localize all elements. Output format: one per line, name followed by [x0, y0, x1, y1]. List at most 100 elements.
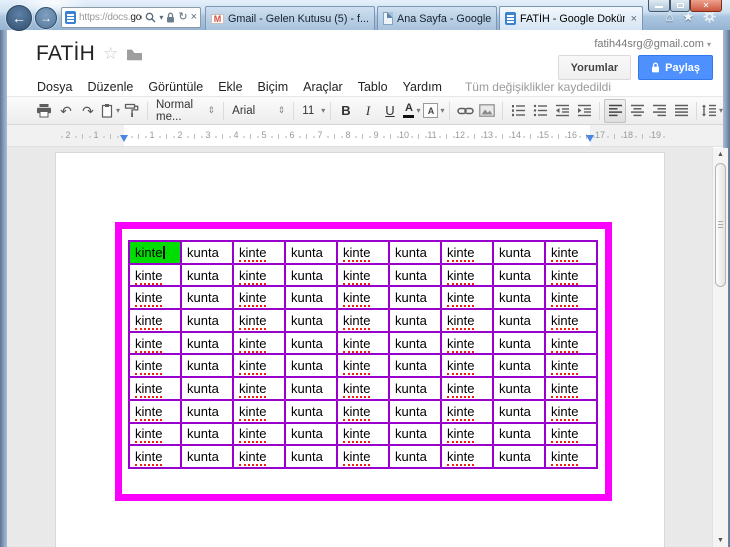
table-cell[interactable]: kinte: [544, 285, 598, 311]
table-cell[interactable]: kinte: [440, 285, 494, 311]
close-button[interactable]: ✕: [690, 0, 722, 12]
table-cell[interactable]: kunta: [284, 262, 338, 288]
table-cell[interactable]: kinte: [544, 308, 598, 333]
table-cell[interactable]: kunta: [388, 285, 442, 311]
table-cell[interactable]: kunta: [388, 353, 442, 379]
table-cell[interactable]: kunta: [388, 444, 442, 469]
table-cell[interactable]: kunta: [180, 330, 234, 356]
table-cell[interactable]: kinte: [232, 353, 286, 379]
maximize-button[interactable]: [670, 0, 690, 12]
refresh-icon[interactable]: ↻: [178, 12, 187, 23]
numbered-list-button[interactable]: [507, 99, 529, 123]
table-cell[interactable]: kinte: [128, 398, 182, 424]
table-cell[interactable]: kinte: [336, 353, 390, 379]
table-cell[interactable]: kunta: [180, 262, 234, 288]
increase-indent-button[interactable]: [573, 99, 595, 123]
table-cell[interactable]: kinte: [232, 285, 286, 311]
italic-button[interactable]: I: [357, 99, 379, 123]
table-cell[interactable]: kinte: [440, 444, 494, 469]
table-cell[interactable]: kunta: [388, 330, 442, 356]
table-cell[interactable]: kinte: [128, 376, 182, 401]
table-cell[interactable]: kunta: [284, 285, 338, 311]
account-menu[interactable]: fatih44srg@gmail.com ▾: [594, 38, 711, 50]
table-cell[interactable]: kinte: [232, 376, 286, 401]
right-indent-marker[interactable]: [586, 135, 594, 142]
table-cell[interactable]: kunta: [492, 330, 546, 356]
tab-docs-home[interactable]: Ana Sayfa - Google Doküm...: [377, 6, 497, 30]
insert-link-button[interactable]: [454, 99, 476, 123]
table-cell[interactable]: kinte: [544, 353, 598, 379]
table-cell[interactable]: kinte: [440, 398, 494, 424]
align-left-button[interactable]: [604, 98, 626, 123]
table-cell[interactable]: kinte: [440, 308, 494, 333]
minimize-button[interactable]: [648, 0, 670, 12]
decrease-indent-button[interactable]: [551, 99, 573, 123]
paint-format-button[interactable]: [121, 99, 143, 123]
back-button[interactable]: ←: [6, 5, 32, 31]
table-cell[interactable]: kinte: [544, 376, 598, 401]
table-cell[interactable]: kunta: [180, 353, 234, 379]
table-cell[interactable]: kinte: [232, 421, 286, 447]
table-cell[interactable]: kunta: [492, 240, 546, 265]
search-dropdown-icon[interactable]: ▾: [159, 13, 163, 22]
paste-dropdown-icon[interactable]: ▾: [116, 106, 120, 115]
align-center-button[interactable]: [626, 99, 648, 123]
highlight-color-button[interactable]: A ▾: [423, 99, 445, 123]
bold-button[interactable]: B: [335, 99, 357, 123]
table-cell[interactable]: kunta: [180, 398, 234, 424]
menu-ekle[interactable]: Ekle: [218, 80, 242, 94]
table-cell[interactable]: kunta: [492, 262, 546, 288]
print-button[interactable]: [33, 99, 55, 123]
table-cell[interactable]: kunta: [492, 353, 546, 379]
table-cell[interactable]: kunta: [284, 353, 338, 379]
table-cell[interactable]: kinte: [128, 421, 182, 447]
table-cell[interactable]: kunta: [180, 240, 234, 265]
address-bar[interactable]: https://docs.google.c... ▾ ↻ ×: [61, 7, 201, 28]
font-dropdown[interactable]: Arial ⇕: [228, 99, 289, 123]
folder-icon[interactable]: [126, 48, 143, 61]
table-cell[interactable]: kinte: [544, 262, 598, 288]
menu-yardim[interactable]: Yardım: [403, 80, 442, 94]
table-cell[interactable]: kinte: [440, 376, 494, 401]
table-cell[interactable]: kunta: [492, 421, 546, 447]
menu-araclar[interactable]: Araçlar: [303, 80, 343, 94]
font-size-dropdown[interactable]: 11 ▾: [298, 99, 326, 123]
menu-bicim[interactable]: Biçim: [258, 80, 289, 94]
table-cell[interactable]: kinte: [128, 240, 182, 265]
table-cell[interactable]: kinte: [440, 262, 494, 288]
scroll-up-icon[interactable]: ▲: [713, 151, 728, 158]
undo-button[interactable]: ↶: [55, 99, 77, 123]
table-cell[interactable]: kunta: [388, 240, 442, 265]
align-right-button[interactable]: [648, 99, 670, 123]
document-title[interactable]: FATİH: [36, 42, 95, 66]
underline-button[interactable]: U: [379, 99, 401, 123]
table-cell[interactable]: kinte: [232, 330, 286, 356]
table-cell[interactable]: kinte: [336, 308, 390, 333]
line-spacing-button[interactable]: ▾: [701, 99, 723, 123]
bullet-list-button[interactable]: [529, 99, 551, 123]
table-cell[interactable]: kunta: [388, 398, 442, 424]
tab-gmail[interactable]: M Gmail - Gelen Kutusu (5) - f...: [205, 6, 375, 30]
table-cell[interactable]: kinte: [232, 262, 286, 288]
table-cell[interactable]: kunta: [492, 308, 546, 333]
table-cell[interactable]: kinte: [336, 398, 390, 424]
insert-image-button[interactable]: [476, 99, 498, 123]
table-cell[interactable]: kinte: [544, 240, 598, 265]
table-cell[interactable]: kunta: [284, 308, 338, 333]
comments-button[interactable]: Yorumlar: [557, 55, 632, 80]
table-cell[interactable]: kunta: [284, 376, 338, 401]
table-cell[interactable]: kinte: [440, 353, 494, 379]
table-cell[interactable]: kinte: [128, 444, 182, 469]
search-icon[interactable]: [145, 12, 156, 23]
table-cell[interactable]: kinte: [336, 262, 390, 288]
table-cell[interactable]: kinte: [128, 330, 182, 356]
table-cell[interactable]: kunta: [284, 444, 338, 469]
table-cell[interactable]: kunta: [388, 262, 442, 288]
table-cell[interactable]: kinte: [544, 421, 598, 447]
table-cell[interactable]: kunta: [180, 308, 234, 333]
table-cell[interactable]: kinte: [128, 262, 182, 288]
table-cell[interactable]: kunta: [284, 421, 338, 447]
table-cell[interactable]: kinte: [544, 398, 598, 424]
table-cell[interactable]: kinte: [336, 376, 390, 401]
table-cell[interactable]: kinte: [440, 421, 494, 447]
